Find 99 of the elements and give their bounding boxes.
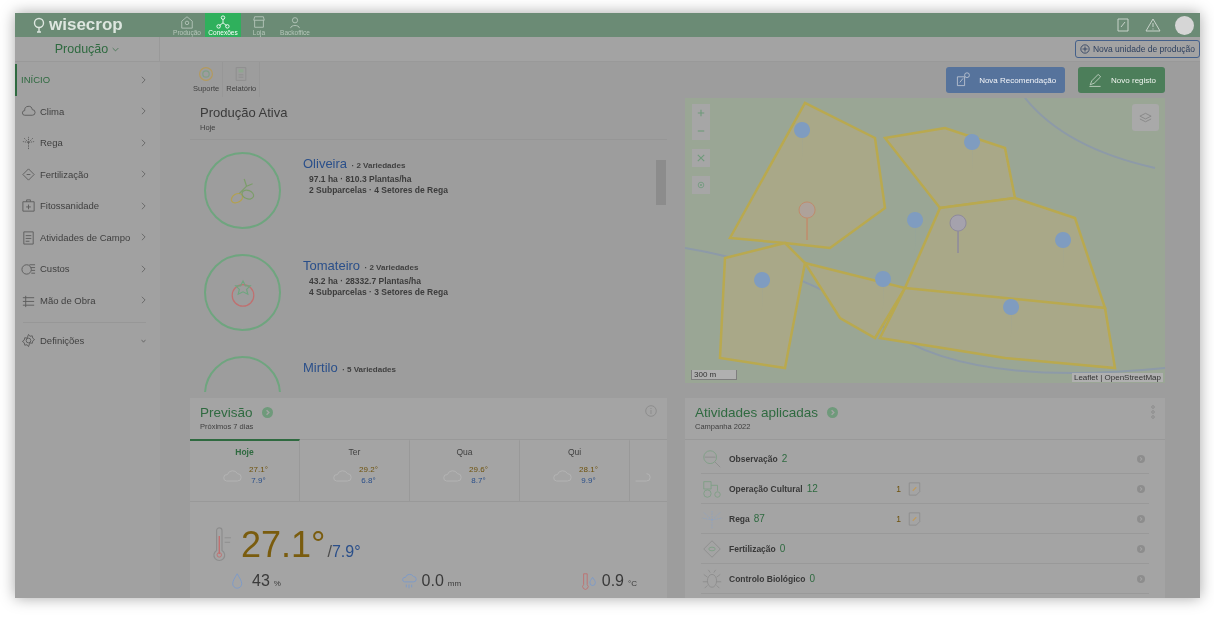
sidebar-item[interactable]: Definições <box>15 325 160 357</box>
stat-unit: °C <box>628 579 637 588</box>
separator: / <box>327 543 332 561</box>
sidebar-item[interactable]: Fitossanidade <box>15 190 160 222</box>
note-icon[interactable] <box>908 511 921 526</box>
network-icon <box>216 15 230 29</box>
logo-text: wisecrop <box>49 15 123 35</box>
stat-unit: % <box>273 579 281 588</box>
plus-circle-icon <box>1079 44 1090 54</box>
arrow-circle-icon[interactable] <box>261 407 273 418</box>
pending-count: 1 <box>896 483 901 494</box>
zoom-in-button[interactable] <box>692 104 710 122</box>
lifebuoy-icon <box>198 66 215 82</box>
note-plus-icon <box>955 72 972 88</box>
sprinkler-icon <box>21 135 36 151</box>
card-title: Previsão <box>200 405 253 420</box>
activity-count: 0 <box>779 543 786 554</box>
caret-icon <box>112 46 120 52</box>
first-aid-kit-icon <box>21 198 36 214</box>
layers-button[interactable] <box>1132 104 1159 131</box>
magnifier-icon <box>701 447 723 470</box>
gear-icon <box>21 333 36 349</box>
thermometer-icon <box>210 527 234 563</box>
activity-label: Operação Cultural <box>729 483 803 494</box>
arrow-circle-icon[interactable] <box>827 407 839 418</box>
chevron-right-icon <box>141 264 146 273</box>
barn-icon <box>180 15 194 29</box>
current-low-temperature: 7.9° <box>331 543 361 561</box>
forecast-day[interactable]: Qua 29.6° 8.7° <box>410 439 520 501</box>
sidebar-item[interactable]: Rega <box>15 127 160 159</box>
chevron-right-icon <box>141 233 146 242</box>
stat-value: 0.0 <box>421 572 444 590</box>
expand-arrows-icon <box>697 154 705 162</box>
forecast-day[interactable]: Qui 28.1° 9.9° <box>520 439 630 501</box>
fullscreen-button[interactable] <box>692 149 710 167</box>
current-high-temperature: 27.1° <box>241 524 326 566</box>
new-unit-button[interactable]: Nova unidade de produção <box>1074 40 1200 58</box>
target-icon <box>697 181 705 189</box>
activity-count: 2 <box>781 453 788 464</box>
crop-name[interactable]: Oliveira <box>303 156 348 171</box>
pencil-icon <box>1087 72 1104 88</box>
crop-varieties: · 2 Variedades <box>351 161 406 170</box>
crop-parcels: 4 Subparcelas · 3 Setores de Rega <box>308 286 448 298</box>
shop-icon <box>252 15 266 29</box>
activity-count: 0 <box>809 573 816 584</box>
chevron-right-icon <box>141 201 146 210</box>
clipboard-icon <box>21 229 36 245</box>
sidebar-item[interactable]: Clima <box>15 95 160 127</box>
coins-icon <box>21 261 36 277</box>
crop-name[interactable]: Tomateiro <box>303 258 361 273</box>
note-icon[interactable] <box>908 481 921 496</box>
sidebar-item[interactable]: Mão de Obra <box>15 284 160 316</box>
stat-value: 43 <box>252 572 270 590</box>
minus-icon <box>697 127 705 135</box>
activity-count: 87 <box>753 513 765 524</box>
activity-label: Controlo Biológico <box>729 573 806 584</box>
sidebar-item[interactable]: Fertilização <box>15 158 160 190</box>
crop-varieties: · 2 Variedades <box>364 263 419 272</box>
worker-icon <box>288 15 302 29</box>
warning-icon[interactable] <box>1145 17 1161 33</box>
avatar[interactable] <box>1175 15 1194 35</box>
tree-icon <box>31 17 47 33</box>
stat-unit: mm <box>447 579 462 588</box>
locate-button[interactable] <box>692 176 710 194</box>
chevron-right-icon <box>141 138 146 147</box>
rain-cloud-icon <box>399 572 418 590</box>
crop-area: 43.2 ha · 28332.7 Plantas/ha <box>303 275 448 287</box>
plus-icon <box>697 109 705 117</box>
thermometer-icon <box>579 572 598 590</box>
recommendation-button[interactable]: Nova Recomendação <box>946 67 1066 93</box>
pending-count: 1 <box>896 513 901 524</box>
notes-icon[interactable] <box>1115 17 1131 33</box>
forecast-day[interactable]: Hoje 27.1° 7.9° <box>190 439 300 501</box>
card-title: Atividades aplicadas <box>695 405 819 420</box>
forecast-day[interactable]: Ter 29.2° 6.8° <box>300 439 410 501</box>
activity-label: Observação <box>729 453 778 464</box>
cloud-icon <box>21 103 36 119</box>
activity-count: 12 <box>806 483 818 494</box>
sidebar-item[interactable]: Atividades de Campo <box>15 221 160 253</box>
unit-selector[interactable]: Produção <box>15 37 160 61</box>
crop-parcels: 2 Subparcelas · 4 Setores de Rega <box>308 184 448 196</box>
map-drawing[interactable] <box>685 98 1165 383</box>
map-scale: 300 m <box>691 370 738 380</box>
new-record-button[interactable]: Novo registo <box>1078 67 1165 93</box>
activity-label: Rega <box>729 513 750 524</box>
sidebar-item[interactable]: INÍCIO <box>15 64 160 96</box>
chevron-right-icon <box>141 296 146 305</box>
crop-area: 97.1 ha · 810.3 Plantas/ha <box>303 173 448 185</box>
chevron-right-icon <box>141 107 146 116</box>
chevron-right-icon <box>141 75 146 84</box>
map-attribution: Leaflet | OpenStreetMap <box>1071 373 1163 382</box>
crop-varieties: · 5 Variedades <box>342 365 396 374</box>
stat-value: 0.9 <box>601 572 624 590</box>
crop-name[interactable]: Mirtilo <box>303 360 338 375</box>
chevron-right-icon <box>141 170 146 179</box>
sidebar-item[interactable]: Custos <box>15 253 160 285</box>
activity-label: Fertilização <box>729 543 776 554</box>
panel-title: Produção Ativa <box>199 105 289 120</box>
zoom-out-button[interactable] <box>692 122 710 140</box>
